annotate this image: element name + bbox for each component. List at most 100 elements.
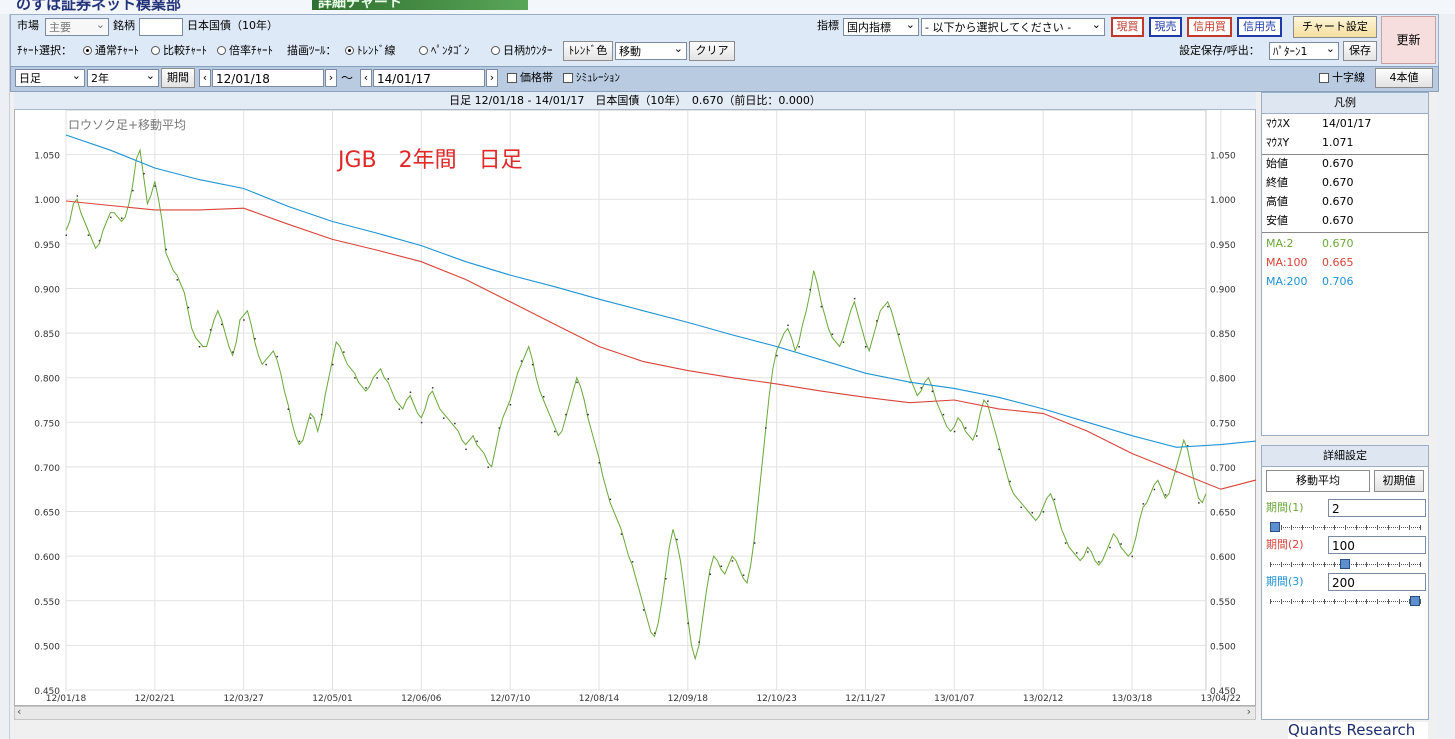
period1-input[interactable]: 2: [1328, 499, 1426, 517]
y-tick-label-right: 0.600: [1210, 553, 1236, 563]
spot-buy-button[interactable]: 現買: [1111, 17, 1144, 37]
x-tick-label: 12/05/01: [312, 694, 352, 704]
clear-button[interactable]: クリア: [689, 41, 735, 61]
span-select[interactable]: 2年: [87, 69, 159, 87]
x-tick-label: 12/10/23: [756, 694, 796, 704]
slider-tick: [1377, 525, 1379, 530]
period3-slider[interactable]: [1270, 596, 1421, 608]
candle-mark: [964, 427, 967, 429]
period1-slider[interactable]: [1270, 522, 1421, 534]
chart-title: JGB 2年間 日足: [336, 148, 523, 173]
x-tick-label: 13/04/22: [1201, 694, 1241, 704]
period3-input[interactable]: 200: [1328, 573, 1426, 591]
candle-mark: [187, 306, 190, 309]
to-next-button[interactable]: ›: [486, 69, 498, 87]
candle-mark: [898, 333, 900, 336]
slider-thumb[interactable]: [1270, 522, 1280, 532]
indicator-label: 指標: [817, 19, 839, 32]
from-date-input[interactable]: 12/01/18: [212, 69, 324, 87]
y-tick-label-right: 0.550: [1210, 598, 1236, 608]
spot-sell-button[interactable]: 現売: [1149, 17, 1182, 37]
draw-daycounter-radio[interactable]: [491, 46, 500, 55]
low-value: 0.670: [1322, 214, 1354, 227]
candle-mark: [454, 422, 456, 425]
mouse-x-value: 14/01/17: [1322, 117, 1372, 130]
candle-mark: [276, 355, 278, 358]
chart-horizontal-scrollbar[interactable]: ‹ ›: [14, 705, 1256, 720]
slider-thumb[interactable]: [1410, 596, 1420, 606]
refresh-button[interactable]: 更新: [1381, 16, 1436, 64]
mouse-y-value: 1.071: [1322, 136, 1354, 149]
tab-moving-average[interactable]: 移動平均: [1266, 470, 1370, 492]
from-next-button[interactable]: ›: [325, 69, 337, 87]
candle-mark: [654, 632, 656, 634]
price-band-checkbox[interactable]: [507, 73, 517, 83]
to-prev-button[interactable]: ‹: [360, 69, 372, 87]
candle-mark: [265, 363, 267, 366]
slider-thumb[interactable]: [1340, 559, 1350, 569]
close-value: 0.670: [1322, 176, 1354, 189]
candle-mark: [765, 427, 767, 429]
candle-mark: [1020, 506, 1022, 509]
slider-tick: [1398, 562, 1400, 567]
crosshair-checkbox[interactable]: [1319, 73, 1329, 83]
candle-mark: [998, 448, 1000, 451]
draw-pentagon-radio[interactable]: [419, 46, 428, 55]
chart-subtitle: ロウソク足+移動平均: [68, 118, 186, 132]
x-tick-label: 12/08/14: [579, 694, 620, 704]
banner-image[interactable]: 詳細チャート: [312, 0, 528, 10]
scroll-left-arrow-icon[interactable]: ‹: [17, 705, 21, 718]
candle-mark: [1142, 503, 1145, 505]
period2-input[interactable]: 100: [1328, 536, 1426, 554]
interval-select[interactable]: 日足: [15, 69, 85, 87]
open-value: 0.670: [1322, 157, 1354, 170]
y-axis-right: 1.050 1.000 0.950 0.900 0.850 0.800 0.750 0.700…: [1210, 152, 1236, 697]
symbol-code-input[interactable]: [139, 18, 183, 36]
x-tick-label: 13/03/18: [1112, 694, 1153, 704]
ma2-label: MA:2: [1266, 237, 1294, 250]
ma200-value: 0.706: [1322, 275, 1354, 288]
chart-grid: [65, 110, 1222, 691]
four-values-button[interactable]: 4本値: [1375, 68, 1433, 88]
candle-mark: [387, 378, 390, 380]
pattern-select[interactable]: ﾊﾟﾀｰﾝ1: [1269, 42, 1339, 60]
candle-mark: [243, 319, 245, 321]
period1-label: 期間(1): [1266, 501, 1304, 514]
y-tick-label: 0.850: [34, 330, 60, 340]
y-tick-label: 0.750: [34, 419, 60, 429]
scroll-right-arrow-icon[interactable]: ›: [1247, 705, 1251, 718]
period-button[interactable]: 期間: [161, 68, 195, 88]
chart-type-compare-radio[interactable]: [151, 46, 160, 55]
draw-trend-radio[interactable]: [345, 46, 354, 55]
candle-mark: [109, 216, 112, 219]
reset-defaults-button[interactable]: 初期値: [1374, 470, 1424, 492]
margin-buy-button[interactable]: 信用買: [1187, 17, 1232, 37]
price-chart[interactable]: 1.050 1.000 0.950 0.900 0.850 0.800 0.750 0.700…: [14, 110, 1256, 706]
period2-slider[interactable]: [1270, 559, 1421, 571]
candle-mark: [87, 234, 90, 236]
y-tick-label: 1.000: [34, 196, 60, 206]
candle-mark: [1198, 502, 1200, 504]
trend-color-button[interactable]: ﾄﾚﾝﾄﾞ色: [563, 41, 613, 61]
from-prev-button[interactable]: ‹: [199, 69, 211, 87]
market-select[interactable]: 主要: [45, 18, 109, 36]
indicator-category-select[interactable]: 国内指標: [843, 18, 919, 36]
candle-mark: [1131, 555, 1133, 558]
y-tick-label-right: 1.000: [1210, 196, 1236, 206]
indicator-select[interactable]: - 以下から選択してください -: [921, 18, 1105, 36]
candle-mark: [942, 413, 945, 416]
x-tick-label: 12/06/06: [401, 694, 442, 704]
candle-mark: [709, 573, 712, 576]
to-date-input[interactable]: 14/01/17: [373, 69, 485, 87]
save-button[interactable]: 保存: [1343, 41, 1377, 61]
mouse-x-label: ﾏｳｽX: [1266, 117, 1291, 130]
chart-type-ratio-radio[interactable]: [217, 46, 226, 55]
slider-tick: [1420, 562, 1421, 567]
margin-sell-button[interactable]: 信用売: [1237, 17, 1282, 37]
legend-title: 凡例: [1262, 93, 1428, 114]
chart-settings-button[interactable]: チャート設定: [1293, 16, 1377, 38]
chart-type-normal-radio[interactable]: [83, 46, 92, 55]
move-select[interactable]: 移動: [615, 42, 687, 60]
detail-settings-panel: 詳細設定 移動平均 初期値 期間(1) 2 期間(2) 100 期間(3) 20…: [1261, 445, 1429, 720]
simulation-checkbox[interactable]: [563, 73, 573, 83]
